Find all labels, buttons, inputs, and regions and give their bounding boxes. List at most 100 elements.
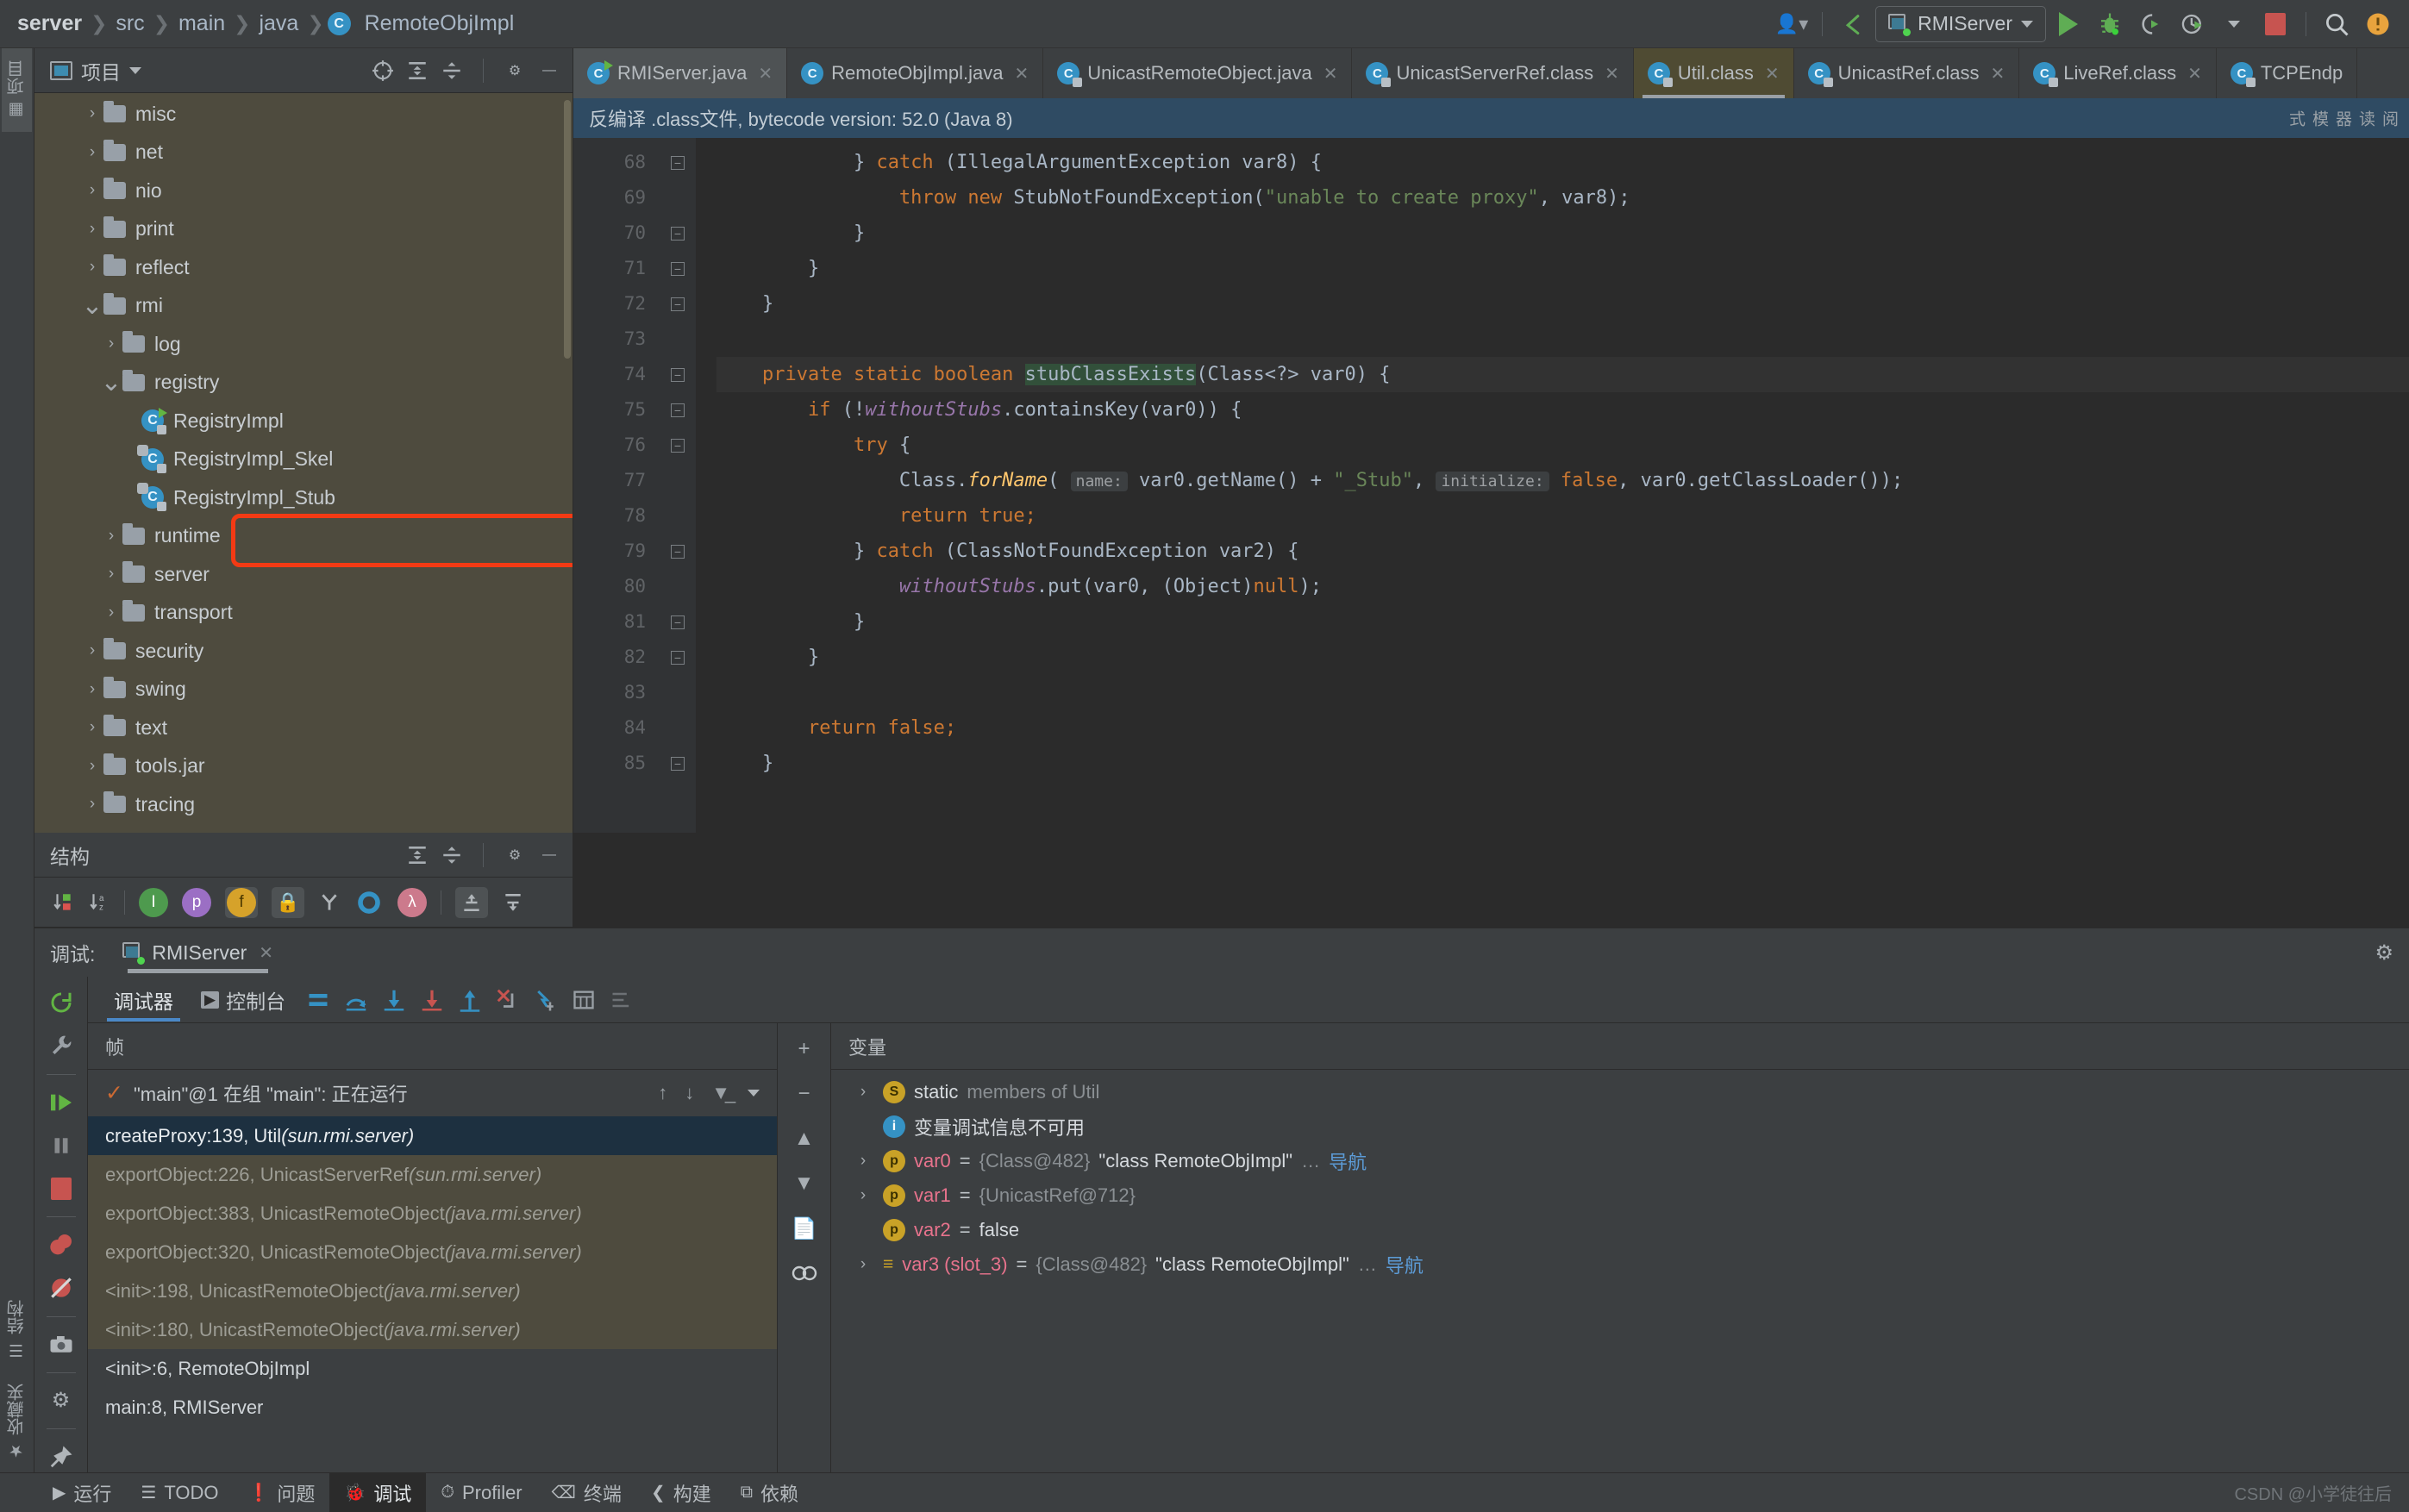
editor-tab[interactable]: C UnicastRemoteObject.java ✕ xyxy=(1043,48,1353,98)
step-out-icon[interactable] xyxy=(451,981,489,1019)
code-line[interactable]: } xyxy=(716,286,2409,322)
fold-marker-icon[interactable]: − xyxy=(660,286,696,322)
code-line[interactable] xyxy=(716,675,2409,710)
editor-tab[interactable]: C UnicastRef.class ✕ xyxy=(1794,48,2020,98)
variables-list[interactable]: ›Sstatic members of Util›i变量调试信息不可用 ›pvar… xyxy=(831,1070,2409,1472)
step-over-icon[interactable] xyxy=(337,981,375,1019)
run-configuration-selector[interactable]: RMIServer xyxy=(1875,5,2046,42)
tree-node[interactable]: › print xyxy=(34,210,573,249)
tree-node[interactable]: ⌄ rmi xyxy=(34,287,573,326)
tool-window-structure[interactable]: ☰ 结构 xyxy=(2,1288,32,1371)
chevron-right-icon[interactable]: › xyxy=(100,603,122,622)
show-non-public-icon[interactable]: 🔒 xyxy=(272,886,304,918)
chevron-right-icon[interactable]: › xyxy=(852,1186,874,1205)
editor-tab[interactable]: C Util.class ✕ xyxy=(1633,48,1794,98)
group-by-type-icon[interactable] xyxy=(318,891,341,914)
project-tree[interactable]: › misc › net › nio › print › reflect ⌄ rmi › log ⌄ regi… xyxy=(34,93,573,833)
navigate-link[interactable]: 导航 xyxy=(1386,1251,1424,1278)
code-line[interactable]: return true; xyxy=(716,498,2409,534)
tree-node[interactable]: › misc xyxy=(34,95,573,134)
breadcrumb-item-class[interactable]: RemoteObjImpl xyxy=(360,11,520,36)
code-line[interactable] xyxy=(716,322,2409,357)
expand-all-icon[interactable] xyxy=(406,844,429,866)
code-folding-gutter[interactable]: − − − − − − − − − − − xyxy=(660,138,696,833)
gear-icon[interactable]: ⚙ xyxy=(504,844,526,866)
chevron-right-icon[interactable]: › xyxy=(81,718,103,737)
close-icon[interactable]: ✕ xyxy=(1990,63,2005,84)
status-bar-item[interactable]: ❗ 问题 xyxy=(234,1473,330,1512)
search-icon[interactable] xyxy=(2318,6,2356,42)
down-icon[interactable]: ↓ xyxy=(685,1082,694,1104)
tab-debugger[interactable]: 调试器 xyxy=(100,977,187,1023)
close-icon[interactable]: ✕ xyxy=(1323,63,1338,84)
breadcrumb-item-main[interactable]: main xyxy=(173,11,230,36)
tree-node[interactable]: › tracing xyxy=(34,785,573,824)
editor-tab[interactable]: C RMIServer.java ✕ xyxy=(573,48,788,98)
gear-icon[interactable]: ⚙ xyxy=(504,59,526,82)
stack-frame-row[interactable]: main:8, RMIServer xyxy=(88,1388,777,1427)
profiler-chevron-icon[interactable] xyxy=(2215,6,2253,42)
variable-row[interactable]: ›i变量调试信息不可用 xyxy=(831,1109,2409,1144)
fold-marker-icon[interactable]: − xyxy=(660,534,696,569)
fold-marker-icon[interactable]: − xyxy=(660,746,696,781)
filter-icon[interactable]: ▼̲ xyxy=(711,1082,730,1104)
chevron-right-icon[interactable]: › xyxy=(81,641,103,660)
stack-frame-row[interactable]: createProxy:139, Util (sun.rmi.server) xyxy=(88,1116,777,1155)
drop-frame-icon[interactable] xyxy=(489,981,527,1019)
code-line[interactable]: } xyxy=(716,251,2409,286)
chevron-right-icon[interactable]: › xyxy=(100,565,122,584)
debug-icon[interactable] xyxy=(2091,6,2129,42)
code-line[interactable]: } xyxy=(716,216,2409,251)
chevron-right-icon[interactable]: › xyxy=(81,181,103,200)
chevron-right-icon[interactable]: › xyxy=(81,680,103,699)
code-line[interactable]: } xyxy=(716,640,2409,675)
copy-icon[interactable]: 📄 xyxy=(785,1211,823,1246)
profiler-icon[interactable] xyxy=(2174,6,2212,42)
status-bar-item[interactable]: ⧉ 依赖 xyxy=(726,1473,813,1512)
show-anonymous-icon[interactable] xyxy=(354,888,384,917)
code-line[interactable]: private static boolean stubClassExists(C… xyxy=(716,357,2409,392)
rerun-icon[interactable] xyxy=(42,987,80,1018)
stack-frame-row[interactable]: <init>:6, RemoteObjImpl xyxy=(88,1349,777,1388)
close-icon[interactable]: ✕ xyxy=(2187,63,2202,84)
navigate-link[interactable]: 导航 xyxy=(1329,1147,1367,1175)
fold-marker-icon[interactable]: − xyxy=(660,251,696,286)
resume-program-icon[interactable] xyxy=(42,1086,80,1117)
sort-by-visibility-icon[interactable] xyxy=(52,891,74,914)
variable-row[interactable]: › ≡ var3 (slot_3) = {Class@482} "class Rem… xyxy=(831,1247,2409,1282)
collapse-all-icon[interactable] xyxy=(502,891,524,914)
show-properties-icon[interactable]: p xyxy=(182,887,211,917)
up-icon[interactable]: ▲ xyxy=(785,1122,823,1156)
tree-node[interactable]: › server xyxy=(34,555,573,594)
pause-program-icon[interactable] xyxy=(42,1130,80,1161)
run-icon[interactable] xyxy=(2049,6,2087,42)
chevron-right-icon[interactable]: › xyxy=(81,757,103,776)
status-bar-item[interactable]: ☰ TODO xyxy=(126,1473,233,1512)
chevron-down-icon[interactable] xyxy=(748,1090,760,1097)
fold-marker-icon[interactable]: − xyxy=(660,640,696,675)
tree-node[interactable]: C RegistryImpl_Skel xyxy=(34,440,573,479)
show-fields-icon[interactable]: f xyxy=(225,886,258,918)
gear-icon[interactable]: ⚙ xyxy=(2375,940,2393,965)
status-bar-item[interactable]: 🐞 调试 xyxy=(329,1472,427,1512)
tree-node[interactable]: › swing xyxy=(34,671,573,709)
up-icon[interactable]: ↑ xyxy=(658,1082,667,1104)
tree-node[interactable]: › net xyxy=(34,134,573,172)
variable-row[interactable]: › Sstatic members of Util xyxy=(831,1075,2409,1109)
fold-marker-icon[interactable]: − xyxy=(660,357,696,392)
run-to-cursor-icon[interactable] xyxy=(527,981,565,1019)
tree-node[interactable]: › tools.jar xyxy=(34,747,573,786)
close-icon[interactable]: ✕ xyxy=(1765,63,1780,84)
settings-icon[interactable] xyxy=(603,981,641,1019)
status-bar-item[interactable]: ⌫ 终端 xyxy=(537,1473,636,1512)
settings-icon[interactable]: ⚙ xyxy=(42,1385,80,1416)
variable-row[interactable]: ›pvar2 = false xyxy=(831,1213,2409,1247)
code-line[interactable]: withoutStubs.put(var0, (Object)null); xyxy=(716,569,2409,604)
sort-alphabetically-icon[interactable]: az xyxy=(88,891,110,914)
chevron-right-icon[interactable]: › xyxy=(852,1255,874,1274)
tab-console[interactable]: ▶ 控制台 xyxy=(187,977,299,1023)
chevron-down-icon[interactable] xyxy=(129,66,141,74)
tree-node[interactable]: › runtime xyxy=(34,517,573,556)
breadcrumb-item-src[interactable]: src xyxy=(110,11,149,36)
status-bar-item[interactable]: ▶ 运行 xyxy=(38,1473,126,1512)
